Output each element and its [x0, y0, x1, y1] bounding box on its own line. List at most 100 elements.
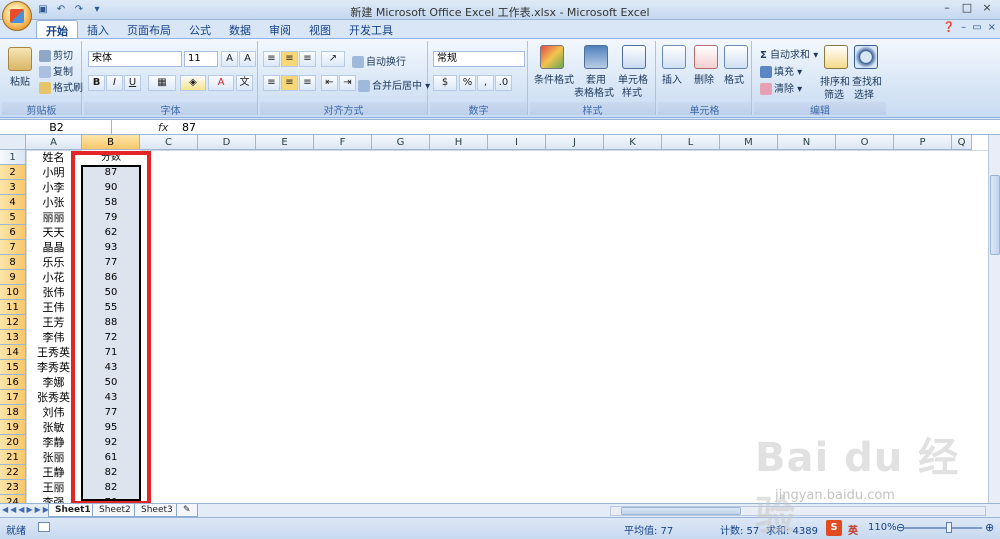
cell-A22[interactable]: 王静 [26, 465, 81, 480]
restore-icon[interactable]: ▭ [972, 22, 981, 33]
cell-B7[interactable]: 93 [82, 240, 140, 255]
insert-cells-button[interactable]: 插入 [662, 71, 682, 86]
format-as-table-icon[interactable] [584, 45, 608, 69]
cell-B8[interactable]: 77 [82, 255, 140, 270]
cell-B4[interactable]: 58 [82, 195, 140, 210]
row-header-21[interactable]: 21 [0, 450, 26, 465]
shrink-font-button[interactable]: A [239, 51, 256, 67]
cell-A10[interactable]: 张伟 [26, 285, 81, 300]
row-header-20[interactable]: 20 [0, 435, 26, 450]
border-button[interactable]: ▦ [148, 75, 176, 91]
align-right-button[interactable]: ≡ [299, 75, 316, 91]
column-header-I[interactable]: I [488, 135, 546, 150]
zoom-in-icon[interactable]: ⊕ [985, 521, 994, 534]
column-header-O[interactable]: O [836, 135, 894, 150]
cell-A1[interactable]: 姓名 [26, 150, 81, 165]
cell-B24[interactable]: 70 [82, 495, 140, 503]
help-icon[interactable]: ❓ [943, 22, 955, 33]
cell-A3[interactable]: 小李 [26, 180, 81, 195]
cell-B21[interactable]: 61 [82, 450, 140, 465]
cell-styles-button-line2[interactable]: 样式 [622, 84, 642, 99]
row-header-1[interactable]: 1 [0, 150, 26, 165]
minimize-button[interactable]: – [938, 2, 956, 16]
align-top-button[interactable]: ≡ [263, 51, 280, 67]
cell-A13[interactable]: 李伟 [26, 330, 81, 345]
percent-button[interactable]: % [459, 75, 476, 91]
sogou-ime-icon[interactable]: S [826, 520, 842, 536]
row-header-4[interactable]: 4 [0, 195, 26, 210]
row-header-18[interactable]: 18 [0, 405, 26, 420]
cell-A17[interactable]: 张秀英 [26, 390, 81, 405]
cell-A19[interactable]: 张敏 [26, 420, 81, 435]
cell-A18[interactable]: 刘伟 [26, 405, 81, 420]
conditional-format-button[interactable]: 条件格式 [534, 71, 574, 86]
italic-button[interactable]: I [106, 75, 123, 91]
increase-indent-button[interactable]: ⇥ [339, 75, 356, 91]
cell-B2[interactable]: 87 [82, 165, 140, 180]
cell-A2[interactable]: 小明 [26, 165, 81, 180]
cell-B5[interactable]: 79 [82, 210, 140, 225]
vertical-scrollbar[interactable] [988, 135, 1000, 503]
tab-formulas[interactable]: 公式 [180, 20, 220, 39]
paste-icon[interactable] [8, 47, 32, 71]
sheet-nav-buttons[interactable]: ◀◀◀▶▶▶ [2, 505, 51, 514]
column-header-Q[interactable]: Q [952, 135, 972, 150]
tab-home[interactable]: 开始 [36, 20, 78, 39]
column-header-M[interactable]: M [720, 135, 778, 150]
cell-A11[interactable]: 王伟 [26, 300, 81, 315]
tab-page-layout[interactable]: 页面布局 [118, 20, 180, 39]
row-header-15[interactable]: 15 [0, 360, 26, 375]
cell-A9[interactable]: 小花 [26, 270, 81, 285]
column-header-L[interactable]: L [662, 135, 720, 150]
align-bottom-button[interactable]: ≡ [299, 51, 316, 67]
cell-B9[interactable]: 86 [82, 270, 140, 285]
row-header-6[interactable]: 6 [0, 225, 26, 240]
underline-button[interactable]: U [124, 75, 141, 91]
insert-cells-icon[interactable] [662, 45, 686, 69]
cell-styles-icon[interactable] [622, 45, 646, 69]
fill-color-button[interactable]: ◈ [180, 75, 206, 91]
column-header-E[interactable]: E [256, 135, 314, 150]
cell-A8[interactable]: 乐乐 [26, 255, 81, 270]
ribbon-minimize-icon[interactable]: – [961, 22, 966, 33]
sort-filter-button-line2[interactable]: 筛选 [824, 86, 844, 101]
sort-filter-icon[interactable] [824, 45, 848, 69]
cell-B20[interactable]: 92 [82, 435, 140, 450]
horizontal-scroll-thumb[interactable] [621, 507, 741, 515]
office-button[interactable] [2, 1, 32, 31]
format-cells-icon[interactable] [724, 45, 748, 69]
fill-button[interactable]: 填充 ▾ [760, 63, 802, 78]
zoom-slider-knob[interactable] [946, 522, 952, 533]
cell-B10[interactable]: 50 [82, 285, 140, 300]
sheet-tab-3[interactable]: Sheet3 [134, 504, 180, 517]
cell-B13[interactable]: 72 [82, 330, 140, 345]
grow-font-button[interactable]: A [221, 51, 238, 67]
format-cells-button[interactable]: 格式 [724, 71, 744, 86]
maximize-button[interactable]: □ [958, 2, 976, 16]
column-header-H[interactable]: H [430, 135, 488, 150]
zoom-slider[interactable] [904, 527, 982, 529]
cell-B1[interactable]: 分数 [82, 150, 140, 165]
row-header-7[interactable]: 7 [0, 240, 26, 255]
cell-A14[interactable]: 王秀英 [26, 345, 81, 360]
row-header-3[interactable]: 3 [0, 180, 26, 195]
tab-review[interactable]: 审阅 [260, 20, 300, 39]
worksheet-grid[interactable]: A B C D E F G H I J K L M N O P Q 1 姓名 分数 2 小明 87 3 小李 90 4 小张 58 5 丽丽… [0, 135, 988, 503]
orientation-button[interactable]: ↗ [321, 51, 345, 67]
cell-A5[interactable]: 丽丽 [26, 210, 81, 225]
find-select-button-line2[interactable]: 选择 [854, 86, 874, 101]
tab-data[interactable]: 数据 [220, 20, 260, 39]
row-header-9[interactable]: 9 [0, 270, 26, 285]
column-header-B[interactable]: B [82, 135, 140, 150]
row-header-16[interactable]: 16 [0, 375, 26, 390]
phonetic-button[interactable]: 文 [236, 75, 253, 91]
cell-B3[interactable]: 90 [82, 180, 140, 195]
find-select-icon[interactable] [854, 45, 878, 69]
column-header-C[interactable]: C [140, 135, 198, 150]
copy-button[interactable]: 复制 [39, 63, 73, 78]
bold-button[interactable]: B [88, 75, 105, 91]
delete-cells-button[interactable]: 删除 [694, 71, 714, 86]
cell-A15[interactable]: 李秀英 [26, 360, 81, 375]
cell-A12[interactable]: 王芳 [26, 315, 81, 330]
cell-B15[interactable]: 43 [82, 360, 140, 375]
